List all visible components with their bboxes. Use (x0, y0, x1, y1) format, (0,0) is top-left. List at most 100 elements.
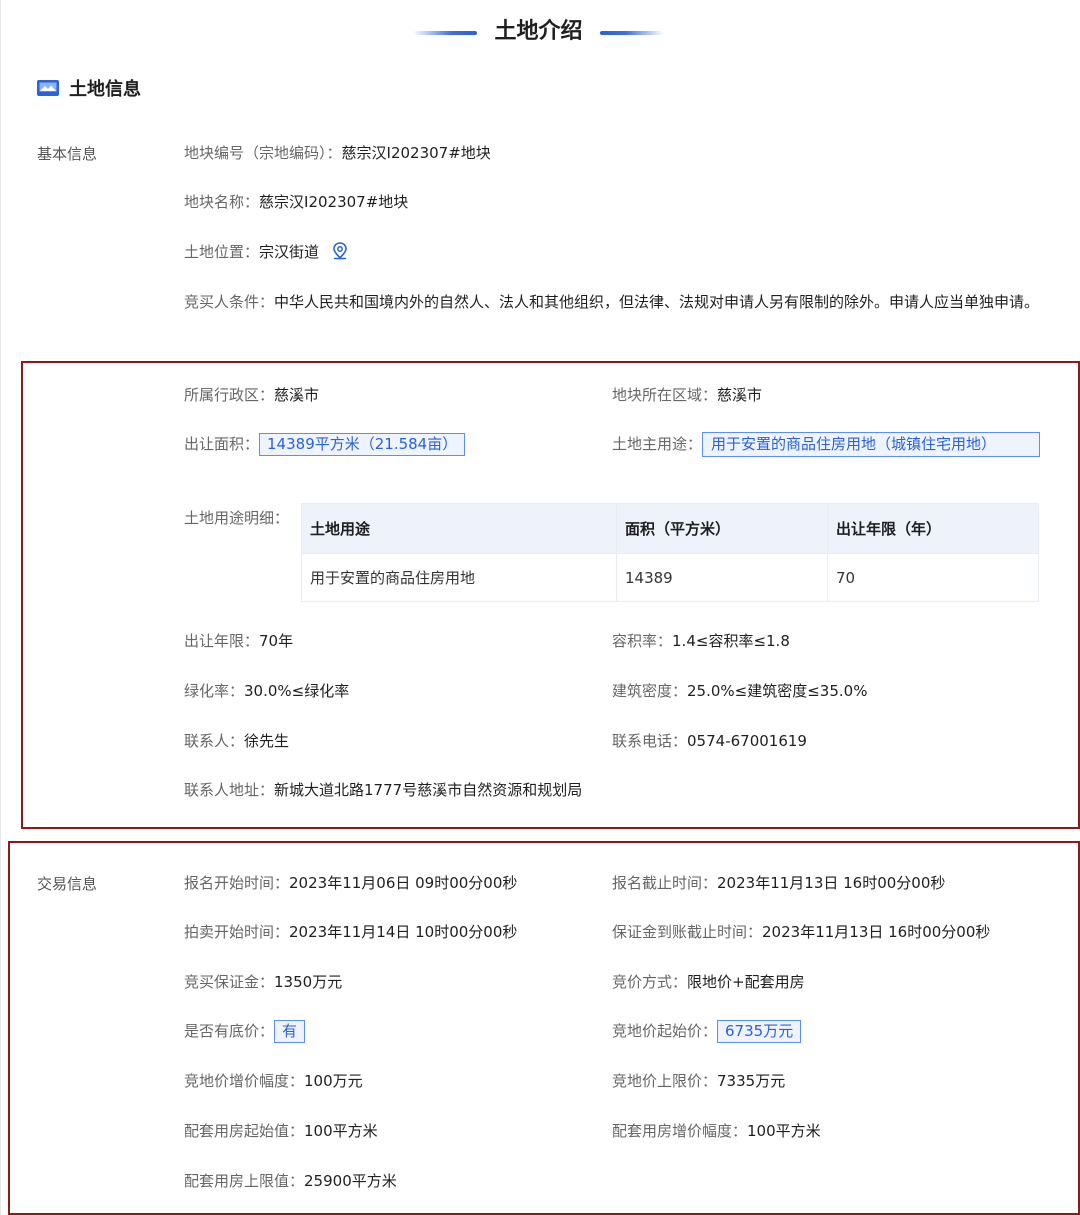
bidder-value: 中华人民共和国境内外的自然人、法人和其他组织，但法律、法规对申请人另有限制的除外… (274, 293, 1040, 311)
auction-start-label: 拍卖开始时间： (184, 923, 290, 941)
area-region-label: 地块所在区域： (612, 386, 718, 404)
title-decor-right (600, 31, 664, 35)
field-signup-start: 报名开始时间：2023年11月06日 09时00分00秒 (184, 871, 517, 895)
field-signup-end: 报名截止时间：2023年11月13日 16时00分00秒 (612, 871, 945, 895)
address-value: 新城大道北路1777号慈溪市自然资源和规划局 (274, 781, 583, 799)
bidder-label: 竞买人条件： (184, 293, 275, 311)
page-title-row: 土地介绍 (0, 14, 1080, 50)
usage-table-header: 出让年限（年） (827, 503, 1039, 554)
term-value: 70年 (259, 632, 294, 650)
deposit-deadline-value: 2023年11月13日 16时00分00秒 (762, 923, 991, 941)
district-value: 慈溪市 (274, 386, 320, 404)
field-green: 绿化率：30.0%≤绿化率 (184, 679, 349, 703)
field-housing-increment: 配套用房增价幅度：100平方米 (612, 1119, 821, 1143)
deposit-label: 竞买保证金： (184, 973, 275, 991)
start-price-label: 竞地价起始价： (612, 1022, 718, 1040)
housing-cap-label: 配套用房上限值： (184, 1172, 305, 1190)
green-value: 30.0%≤绿化率 (244, 682, 350, 700)
density-value: 25.0%≤建筑密度≤35.0% (687, 682, 868, 700)
address-label: 联系人地址： (184, 781, 275, 799)
field-location: 土地位置：宗汉街道 (184, 240, 348, 267)
field-area-region: 地块所在区域：慈溪市 (612, 383, 762, 407)
field-bid-method: 竞价方式：限地价+配套用房 (612, 970, 805, 994)
group-label-basic: 基本信息 (37, 145, 98, 163)
main-use-value: 用于安置的商品住房用地（城镇住宅用地） (702, 432, 1040, 457)
price-cap-value: 7335万元 (717, 1072, 786, 1090)
far-label: 容积率： (612, 632, 673, 650)
field-housing-cap: 配套用房上限值：25900平方米 (184, 1169, 397, 1193)
field-bidder-conditions: 竞买人条件： 中华人民共和国境内外的自然人、法人和其他组织，但法律、法规对申请人另… (184, 290, 1044, 314)
housing-start-value: 100平方米 (304, 1122, 378, 1140)
field-start-price: 竞地价起始价： 6735万元 (612, 1019, 802, 1043)
reserve-value: 有 (274, 1020, 306, 1043)
field-far: 容积率：1.4≤容积率≤1.8 (612, 629, 790, 653)
parcel-code-label: 地块编号（宗地编码）： (184, 144, 342, 162)
field-parcel-code: 地块编号（宗地编码）：慈宗汉Ⅰ202307#地块 (184, 141, 491, 165)
district-label: 所属行政区： (184, 386, 275, 404)
area-region-value: 慈溪市 (717, 386, 763, 404)
section-heading: 土地信息 (37, 76, 141, 100)
field-usage-detail: 土地用途明细： (184, 506, 289, 530)
group-label-trade: 交易信息 (37, 875, 98, 893)
section-title: 土地信息 (69, 79, 141, 100)
land-image-icon (37, 80, 59, 96)
field-district: 所属行政区：慈溪市 (184, 383, 319, 407)
contact-value: 徐先生 (244, 732, 290, 750)
signup-start-label: 报名开始时间： (184, 874, 290, 892)
term-label: 出让年限： (184, 632, 260, 650)
housing-increment-value: 100平方米 (747, 1122, 821, 1140)
usage-table-header: 面积（平方米） (616, 503, 828, 554)
contact-label: 联系人： (184, 732, 245, 750)
field-main-use: 土地主用途： 用于安置的商品住房用地（城镇住宅用地） (612, 432, 1040, 457)
transfer-area-value: 14389平方米（21.584亩） (259, 433, 466, 456)
usage-table-cell: 14389 (616, 553, 828, 602)
signup-start-value: 2023年11月06日 09时00分00秒 (289, 874, 518, 892)
field-density: 建筑密度：25.0%≤建筑密度≤35.0% (612, 679, 867, 703)
housing-increment-label: 配套用房增价幅度： (612, 1122, 748, 1140)
field-deposit: 竞买保证金：1350万元 (184, 970, 342, 994)
housing-start-label: 配套用房起始值： (184, 1122, 305, 1140)
field-parcel-name: 地块名称：慈宗汉Ⅰ202307#地块 (184, 190, 408, 214)
increment-label: 竞地价增价幅度： (184, 1072, 305, 1090)
page-title: 土地介绍 (494, 19, 583, 44)
green-label: 绿化率： (184, 682, 245, 700)
field-contact: 联系人：徐先生 (184, 729, 289, 753)
housing-cap-value: 25900平方米 (304, 1172, 397, 1190)
location-value: 宗汉街道 (259, 243, 320, 261)
reserve-label: 是否有底价： (184, 1022, 275, 1040)
signup-end-value: 2023年11月13日 16时00分00秒 (717, 874, 946, 892)
table-row: 用于安置的商品住房用地 14389 70 (301, 553, 1039, 602)
field-reserve: 是否有底价：有 (184, 1019, 306, 1043)
parcel-code-value: 慈宗汉Ⅰ202307#地块 (341, 144, 491, 162)
usage-table-header: 土地用途 (301, 503, 617, 554)
signup-end-label: 报名截止时间： (612, 874, 718, 892)
field-auction-start: 拍卖开始时间：2023年11月14日 10时00分00秒 (184, 920, 517, 944)
usage-detail-label: 土地用途明细： (184, 509, 290, 527)
price-cap-label: 竞地价上限价： (612, 1072, 718, 1090)
field-price-cap: 竞地价上限价：7335万元 (612, 1069, 785, 1093)
field-address: 联系人地址： 新城大道北路1777号慈溪市自然资源和规划局 (184, 778, 609, 802)
trade-highlight-frame (8, 841, 1080, 1215)
increment-value: 100万元 (304, 1072, 363, 1090)
field-housing-start: 配套用房起始值：100平方米 (184, 1119, 378, 1143)
bid-method-value: 限地价+配套用房 (687, 973, 805, 991)
phone-label: 联系电话： (612, 732, 688, 750)
phone-value: 0574-67001619 (687, 732, 807, 750)
usage-table-cell: 用于安置的商品住房用地 (301, 553, 617, 602)
far-value: 1.4≤容积率≤1.8 (672, 632, 790, 650)
deposit-value: 1350万元 (274, 973, 343, 991)
auction-start-value: 2023年11月14日 10时00分00秒 (289, 923, 518, 941)
location-label: 土地位置： (184, 243, 260, 261)
field-transfer-area: 出让面积： 14389平方米（21.584亩） (184, 432, 466, 456)
field-term: 出让年限：70年 (184, 629, 293, 653)
usage-table: 土地用途 面积（平方米） 出让年限（年） 用于安置的商品住房用地 14389 7… (301, 503, 1039, 602)
field-phone: 联系电话：0574-67001619 (612, 729, 807, 753)
map-pin-icon[interactable] (332, 242, 348, 267)
start-price-value: 6735万元 (717, 1020, 802, 1043)
transfer-area-label: 出让面积： (184, 435, 260, 453)
title-decor-left (413, 31, 477, 35)
parcel-name-value: 慈宗汉Ⅰ202307#地块 (259, 193, 409, 211)
usage-table-cell: 70 (827, 553, 1039, 602)
field-deposit-deadline: 保证金到账截止时间：2023年11月13日 16时00分00秒 (612, 920, 990, 944)
density-label: 建筑密度： (612, 682, 688, 700)
